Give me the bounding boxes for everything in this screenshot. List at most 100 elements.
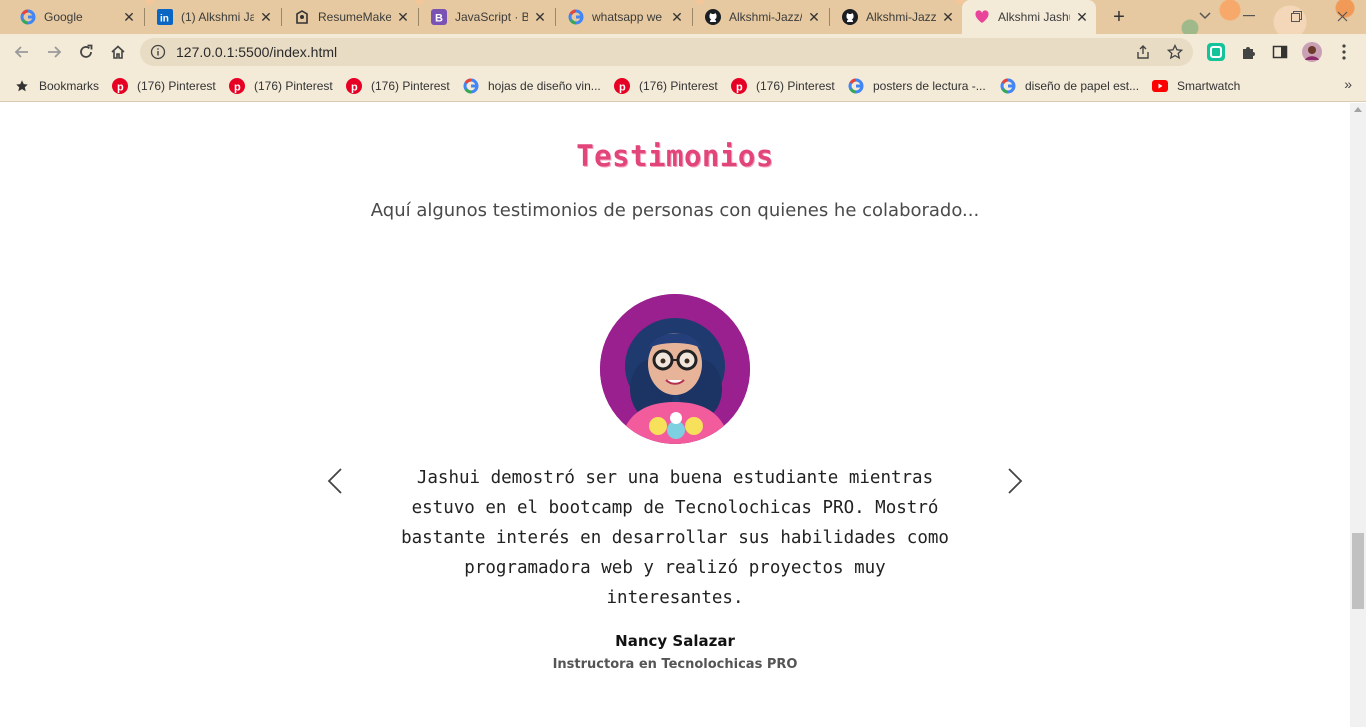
- pinterest-icon: p: [112, 78, 128, 94]
- carousel-prev-button[interactable]: [323, 465, 347, 497]
- url-text: 127.0.0.1:5500/index.html: [176, 44, 338, 60]
- bookmark-label: Bookmarks: [39, 79, 100, 93]
- svg-text:p: p: [234, 82, 241, 94]
- bookmark-pinterest[interactable]: p (176) Pinterest: [614, 76, 718, 96]
- bookmark-youtube[interactable]: Smartwatch: [1152, 76, 1240, 96]
- testimonial-quote: Jashui demostró ser una buena estudiante…: [401, 468, 949, 608]
- youtube-icon: [1152, 78, 1168, 94]
- bookmark-google[interactable]: diseño de papel est...: [1000, 76, 1139, 96]
- profile-avatar[interactable]: [1302, 42, 1322, 62]
- extensions-puzzle-icon[interactable]: [1238, 42, 1258, 62]
- testimonial-author: Nancy Salazar: [615, 632, 735, 650]
- svg-text:p: p: [351, 82, 358, 94]
- svg-text:p: p: [117, 82, 124, 94]
- close-icon[interactable]: ✕: [806, 9, 822, 25]
- forward-button[interactable]: [40, 38, 68, 66]
- tab-portfolio-active[interactable]: Alkshmi Jashu ✕: [962, 0, 1096, 34]
- tab-linkedin[interactable]: in (1) Alkshmi Ja ✕: [145, 2, 280, 32]
- tab-title: JavaScript · Bo: [455, 10, 528, 24]
- reload-icon: [80, 44, 93, 58]
- bookmark-google[interactable]: hojas de diseño vin...: [463, 76, 601, 96]
- section-subtitle: Aquí algunos testimonios de personas con…: [370, 200, 980, 221]
- close-icon[interactable]: ✕: [395, 9, 411, 25]
- carousel-next-button[interactable]: [1003, 465, 1027, 497]
- close-icon[interactable]: ✕: [532, 9, 548, 25]
- tab-strip: Google ✕ in (1) Alkshmi Ja ✕ ResumeMake …: [0, 0, 1366, 34]
- tab-title: ResumeMake: [318, 10, 391, 24]
- svg-text:B: B: [435, 13, 443, 25]
- tab-whatsapp-search[interactable]: whatsapp we ✕: [556, 2, 691, 32]
- star-icon: [14, 78, 30, 94]
- bookmark-label: hojas de diseño vin...: [488, 79, 601, 93]
- close-icon[interactable]: ✕: [940, 9, 956, 25]
- pinterest-icon: p: [614, 78, 630, 94]
- bookmark-pinterest[interactable]: p (176) Pinterest: [346, 76, 450, 96]
- reload-button[interactable]: [72, 38, 100, 66]
- page-scrollbar[interactable]: [1350, 103, 1366, 727]
- bookmark-google[interactable]: posters de lectura -...: [848, 76, 986, 96]
- minimize-icon[interactable]: [1237, 6, 1261, 26]
- tab-title: whatsapp we: [592, 10, 663, 24]
- bookmark-label: (176) Pinterest: [371, 79, 450, 93]
- resumemaker-icon: [294, 9, 310, 25]
- close-icon[interactable]: ✕: [121, 9, 137, 25]
- svg-text:in: in: [160, 14, 169, 25]
- bookmark-star-icon[interactable]: [1165, 42, 1185, 62]
- tab-title: Alkshmi Jashu: [998, 10, 1070, 24]
- bookmark-label: (176) Pinterest: [756, 79, 835, 93]
- info-icon[interactable]: [150, 44, 166, 60]
- tab-github-2[interactable]: Alkshmi-Jazz/ ✕: [830, 2, 962, 32]
- chevron-left-icon: [327, 468, 342, 494]
- address-bar[interactable]: 127.0.0.1:5500/index.html: [140, 38, 1193, 66]
- tab-title: (1) Alkshmi Ja: [181, 10, 254, 24]
- testimonial-role: Instructora en Tecnolochicas PRO: [552, 657, 798, 672]
- arrow-right-icon: [48, 46, 62, 58]
- bookmark-label: (176) Pinterest: [639, 79, 718, 93]
- close-window-icon[interactable]: [1330, 6, 1354, 26]
- bookmark-label: (176) Pinterest: [137, 79, 216, 93]
- bootstrap-icon: B: [431, 9, 447, 25]
- bookmark-label: Smartwatch: [1177, 79, 1241, 93]
- share-icon[interactable]: [1133, 42, 1153, 62]
- section-title: Testimonios: [576, 139, 774, 173]
- tab-github-1[interactable]: Alkshmi-Jazz/ ✕: [693, 2, 828, 32]
- bookmark-pinterest[interactable]: p (176) Pinterest: [112, 76, 216, 96]
- home-button[interactable]: [104, 38, 132, 66]
- google-icon: [20, 9, 36, 25]
- close-icon[interactable]: ✕: [669, 9, 685, 25]
- svg-text:p: p: [736, 82, 743, 94]
- grammarly-extension-icon[interactable]: [1206, 42, 1226, 62]
- pinterest-icon: p: [346, 78, 362, 94]
- bookmark-label: posters de lectura -...: [873, 79, 986, 93]
- tab-resumemaker[interactable]: ResumeMake ✕: [282, 2, 417, 32]
- bookmark-pinterest[interactable]: p (176) Pinterest: [731, 76, 835, 96]
- tab-title: Alkshmi-Jazz/: [729, 10, 802, 24]
- bookmarks-bar: Bookmarks p (176) Pinterest p (176) Pint…: [0, 70, 1366, 102]
- scrollbar-thumb[interactable]: [1352, 533, 1364, 609]
- heart-icon: [974, 9, 990, 25]
- google-icon: [568, 9, 584, 25]
- side-panel-icon[interactable]: [1270, 42, 1290, 62]
- github-icon: [705, 9, 721, 25]
- chevron-double-right-icon[interactable]: »: [1344, 76, 1352, 92]
- new-tab-button[interactable]: +: [1106, 5, 1132, 29]
- github-icon: [842, 9, 858, 25]
- google-icon: [848, 78, 864, 94]
- bookmarks-folder[interactable]: Bookmarks: [14, 76, 99, 96]
- svg-text:p: p: [619, 82, 626, 94]
- tab-google[interactable]: Google ✕: [8, 2, 143, 32]
- google-icon: [1000, 78, 1016, 94]
- back-button[interactable]: [8, 38, 36, 66]
- restore-icon[interactable]: [1284, 6, 1308, 26]
- bookmark-label: diseño de papel est...: [1025, 79, 1140, 93]
- pinterest-icon: p: [731, 78, 747, 94]
- close-icon[interactable]: ✕: [1074, 9, 1090, 25]
- menu-kebab-icon[interactable]: [1334, 42, 1354, 62]
- close-icon[interactable]: ✕: [258, 9, 274, 25]
- scroll-up-arrow-icon[interactable]: [1354, 107, 1362, 112]
- tab-search-icon[interactable]: [1193, 6, 1217, 26]
- tab-title: Google: [44, 10, 83, 24]
- tab-bootstrap[interactable]: B JavaScript · Bo ✕: [419, 2, 554, 32]
- linkedin-icon: in: [157, 9, 173, 25]
- bookmark-pinterest[interactable]: p (176) Pinterest: [229, 76, 333, 96]
